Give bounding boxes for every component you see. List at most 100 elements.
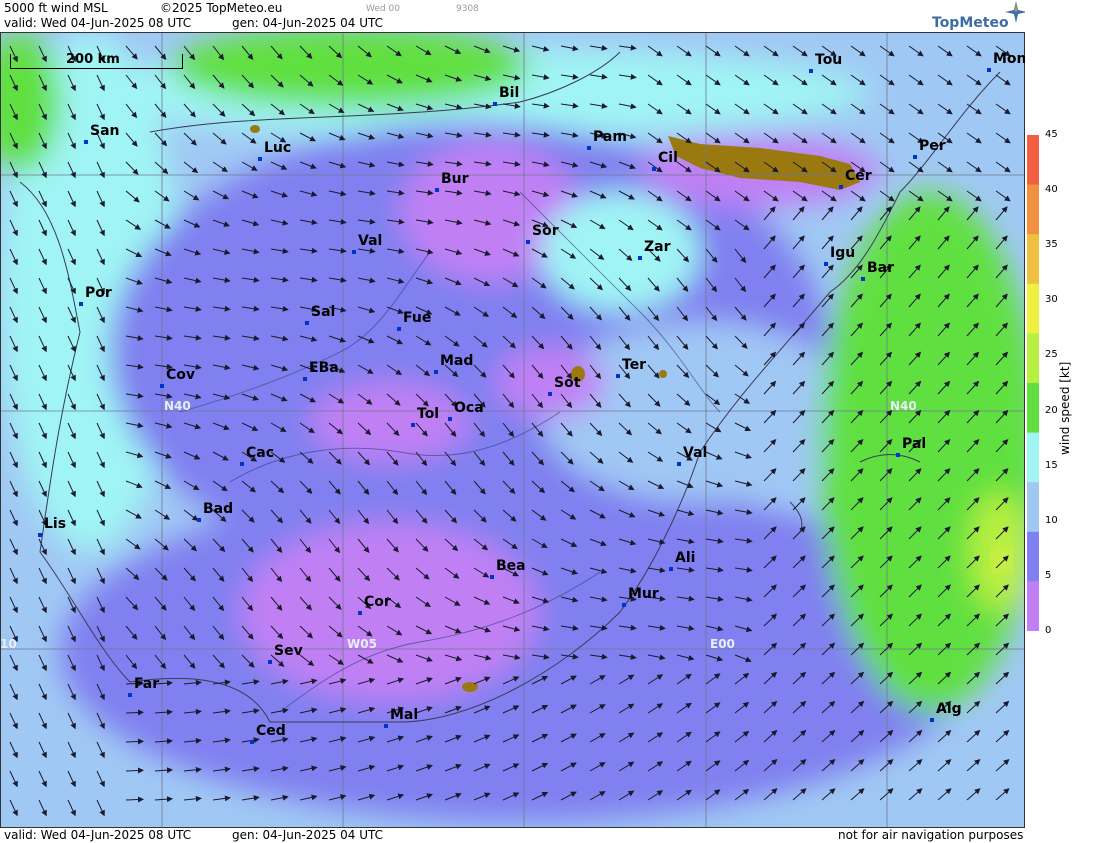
- legend-title: wind speed [kt]: [1058, 361, 1072, 455]
- city-label: Cor: [364, 594, 391, 610]
- city-label: Fue: [403, 310, 432, 326]
- city-marker: [268, 660, 272, 664]
- city-marker: [303, 377, 307, 381]
- city-label: Ter: [622, 357, 647, 373]
- city-label: Mad: [440, 353, 474, 369]
- city-marker: [652, 167, 656, 171]
- legend-tick-label: 40: [1045, 184, 1058, 196]
- city-label: Cil: [658, 150, 678, 166]
- city-marker: [809, 69, 813, 73]
- city-label: Bar: [867, 260, 895, 276]
- city-label: Val: [358, 233, 383, 249]
- city-label: Oca: [454, 400, 484, 416]
- city-marker: [79, 302, 83, 306]
- city-marker: [677, 462, 681, 466]
- legend-tick-label: 30: [1045, 294, 1058, 306]
- city-marker: [352, 250, 356, 254]
- city-label: Cac: [246, 445, 275, 461]
- grid-label-n40-west: N40: [164, 399, 191, 413]
- legend-color-band: [1027, 581, 1039, 631]
- legend-color-band: [1027, 383, 1039, 434]
- footer-valid: valid: Wed 04-Jun-2025 08 UTC: [4, 828, 192, 842]
- city-label: Sot: [554, 375, 581, 391]
- city-marker: [824, 262, 828, 266]
- city-label: Far: [134, 676, 160, 692]
- valid-time: valid: Wed 04-Jun-2025 08 UTC: [4, 16, 192, 30]
- legend-color-band: [1027, 184, 1039, 235]
- city-marker: [669, 567, 673, 571]
- city-marker: [411, 423, 415, 427]
- city-label: Alg: [936, 701, 962, 717]
- code-small: 9308: [456, 4, 479, 14]
- city-label: Sev: [274, 643, 303, 659]
- wind-arrow: [125, 796, 144, 803]
- city-label: Por: [85, 285, 112, 301]
- legend-color-band: [1027, 482, 1039, 533]
- city-label: Zar: [644, 239, 671, 255]
- city-label: Ali: [675, 550, 696, 566]
- city-label: Ced: [256, 723, 286, 739]
- legend-tick-label: 45: [1045, 129, 1058, 140]
- city-label: Sal: [311, 304, 336, 320]
- city-label: Lis: [44, 516, 67, 532]
- legend-tick-label: 15: [1045, 459, 1058, 471]
- city-marker: [240, 462, 244, 466]
- city-marker: [548, 392, 552, 396]
- city-marker: [839, 185, 843, 189]
- city-marker: [250, 740, 254, 744]
- city-marker: [896, 453, 900, 457]
- city-marker: [128, 693, 132, 697]
- legend-color-band: [1027, 234, 1039, 285]
- city-marker: [434, 370, 438, 374]
- city-label: Sor: [532, 223, 559, 239]
- wind-arrow: [125, 709, 144, 716]
- city-marker: [930, 718, 934, 722]
- city-marker: [160, 384, 164, 388]
- city-marker: [616, 374, 620, 378]
- city-label: Igu: [830, 245, 856, 261]
- legend-color-band: [1027, 135, 1039, 186]
- city-marker: [448, 417, 452, 421]
- legend-tick-label: 20: [1045, 404, 1058, 416]
- product-title: 5000 ft wind MSL: [4, 1, 108, 15]
- city-label: Pam: [593, 129, 627, 145]
- copyright: ©2025 TopMeteo.eu: [160, 1, 283, 15]
- city-label: Mon: [993, 51, 1027, 67]
- city-marker: [197, 518, 201, 522]
- legend-color-band: [1027, 283, 1039, 334]
- legend-color-scale: [1027, 135, 1039, 631]
- city-label: Cov: [166, 367, 196, 383]
- wind-arrow: [125, 738, 144, 745]
- city-marker: [526, 240, 530, 244]
- city-marker: [38, 533, 42, 537]
- city-label: Cer: [845, 168, 872, 184]
- city-label: Mal: [390, 707, 419, 723]
- city-marker: [384, 724, 388, 728]
- city-label: San: [90, 123, 120, 139]
- footer-disclaimer: not for air navigation purposes: [838, 828, 1024, 842]
- city-marker: [490, 575, 494, 579]
- city-marker: [305, 321, 309, 325]
- grid-label-e00: E00: [710, 637, 735, 651]
- city-label: Per: [919, 138, 946, 154]
- city-label: Tol: [417, 406, 440, 422]
- legend-tick-label: 0: [1045, 625, 1052, 636]
- city-marker: [861, 277, 865, 281]
- city-label: Val: [683, 445, 708, 461]
- footer-gen: gen: 04-Jun-2025 04 UTC: [232, 828, 384, 842]
- city-marker: [493, 102, 497, 106]
- wind-map[interactable]: [0, 32, 1025, 828]
- grid-label-w10: 10: [0, 637, 17, 651]
- city-marker: [258, 157, 262, 161]
- compass-star-icon: [1005, 1, 1027, 23]
- city-marker: [987, 68, 991, 72]
- city-marker: [435, 188, 439, 192]
- city-marker: [622, 603, 626, 607]
- run-small: Wed 00: [366, 4, 400, 14]
- legend-tick-label: 5: [1045, 569, 1052, 581]
- city-label: Luc: [264, 140, 292, 156]
- legend-color-band: [1027, 432, 1039, 483]
- scale-bar-label: 200 km: [66, 52, 120, 67]
- city-marker: [638, 256, 642, 260]
- legend-tick-label: 35: [1045, 239, 1058, 251]
